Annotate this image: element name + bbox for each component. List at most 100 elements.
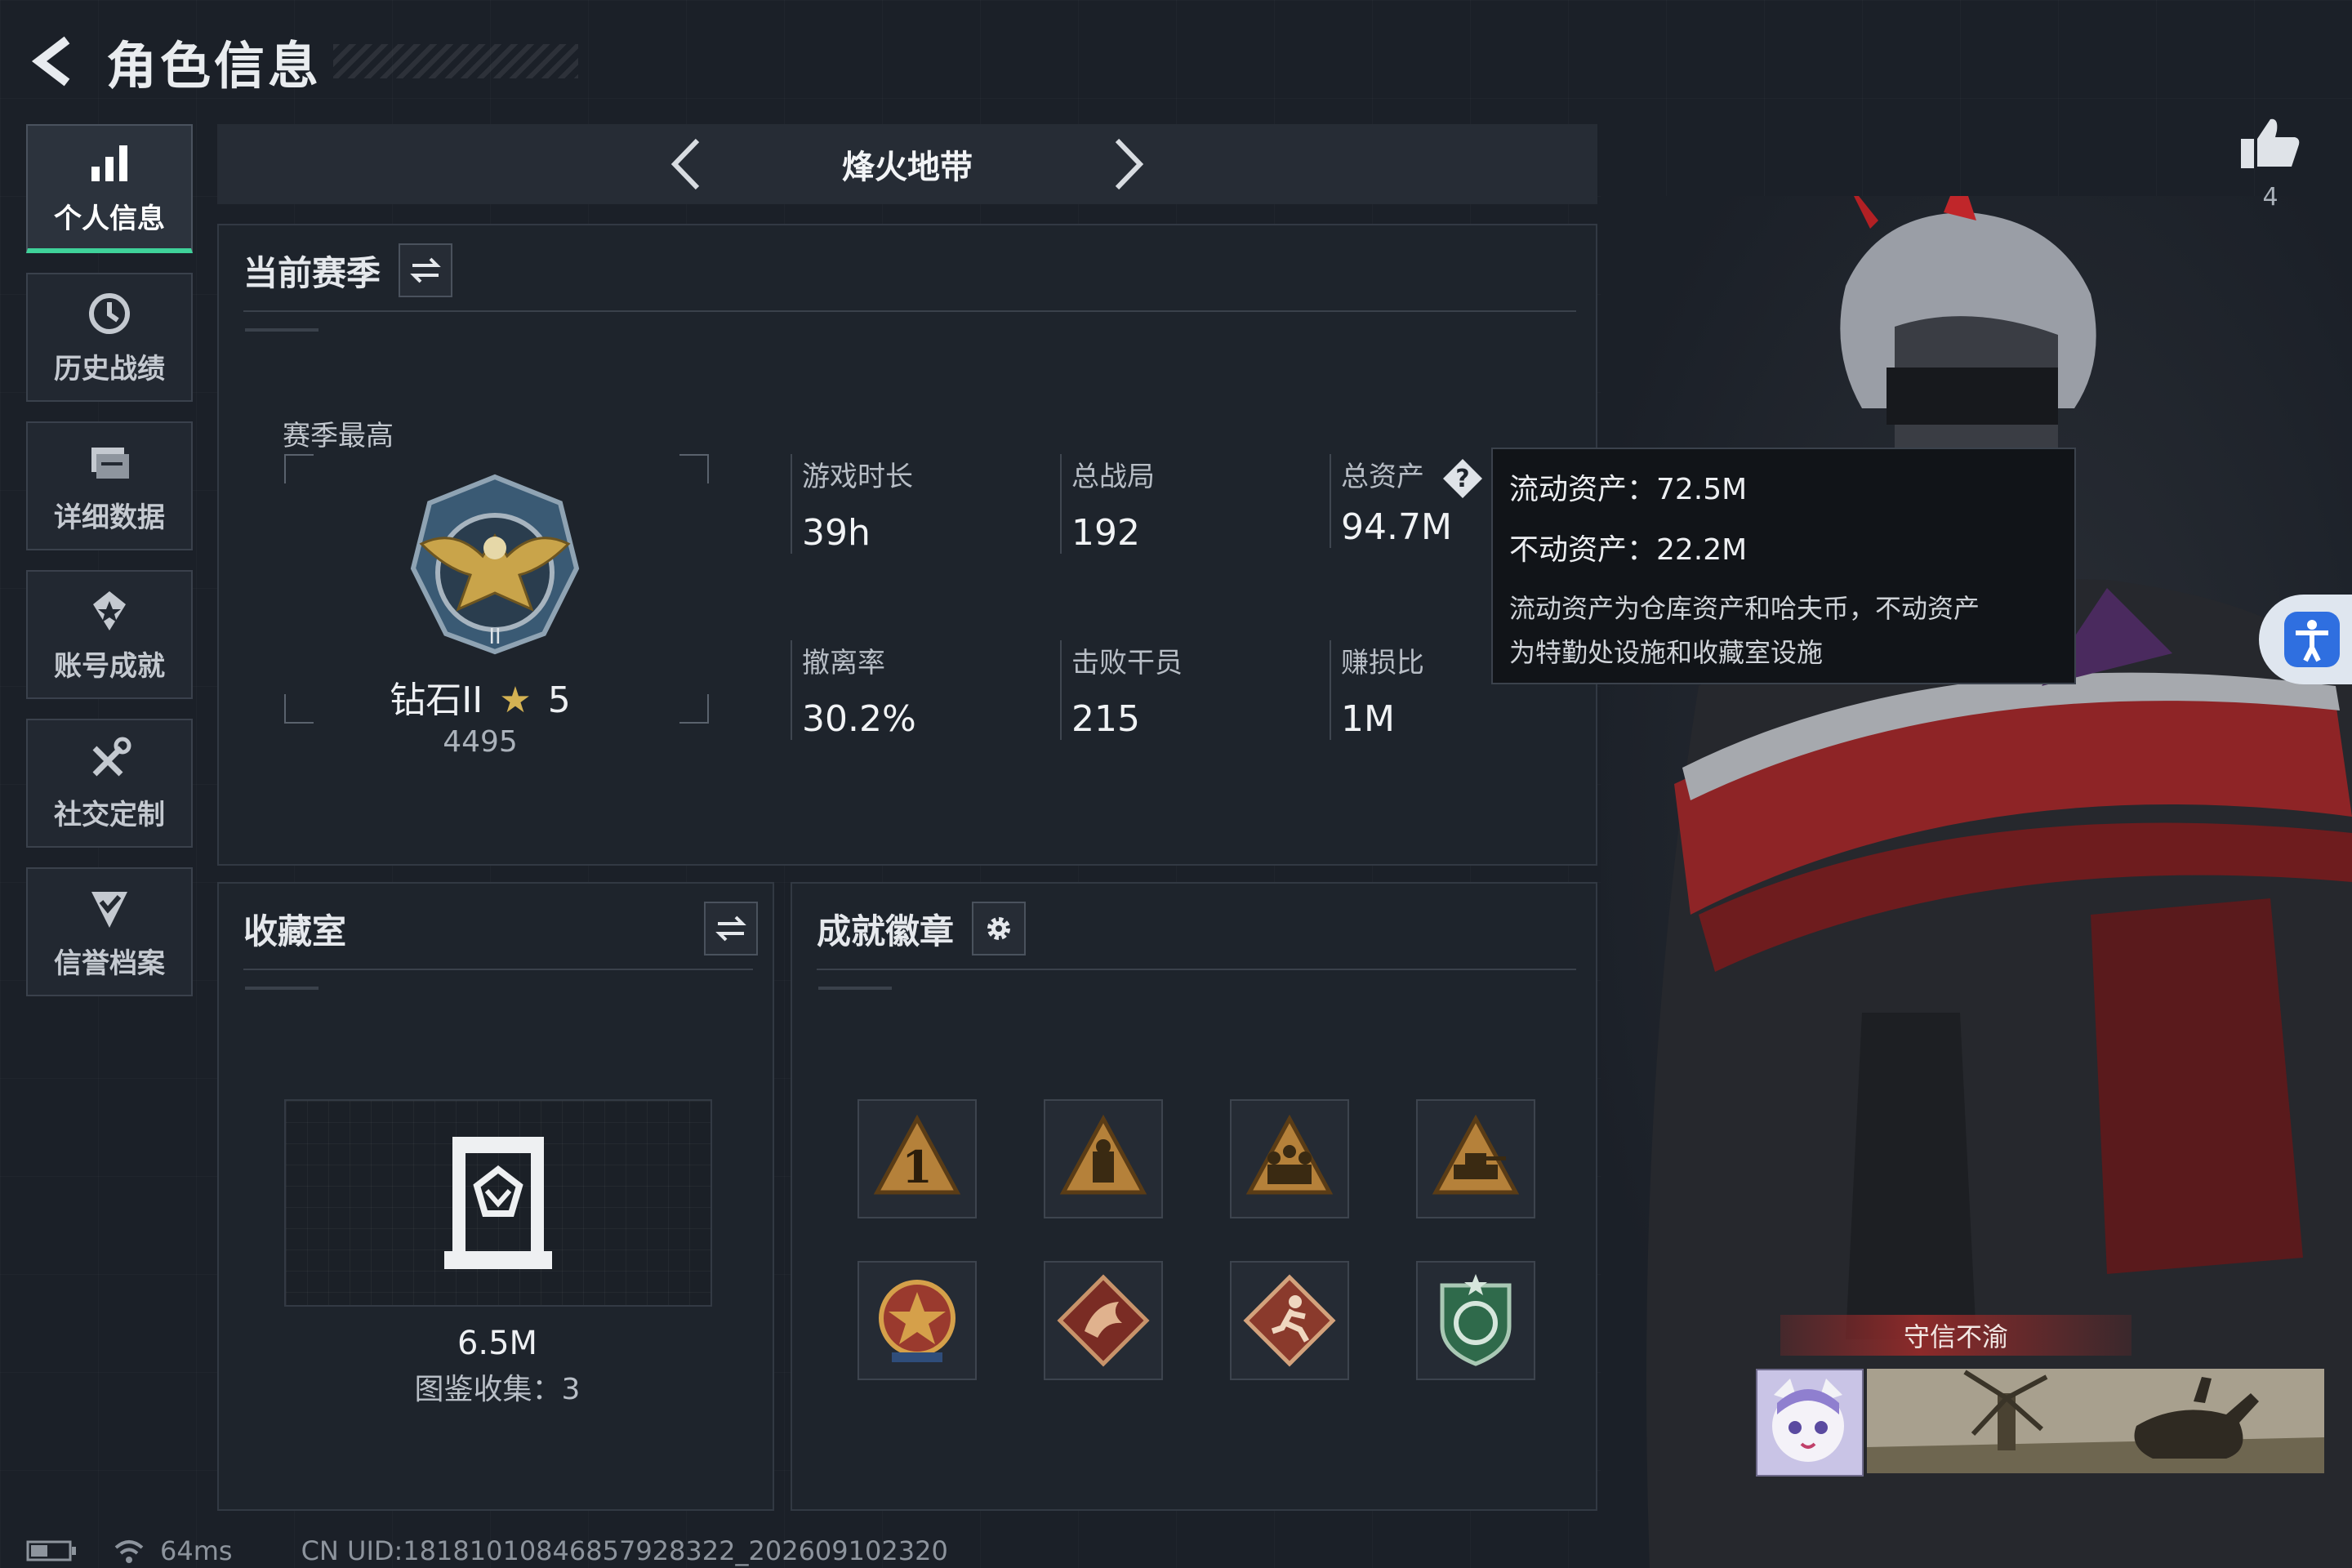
swap-arrows-icon (410, 257, 441, 283)
sidebar-item-credit-record[interactable]: 信誉档案 (26, 867, 193, 996)
stat-play-time: 游戏时长 39h (791, 454, 913, 554)
display-pedestal-icon (444, 1137, 552, 1269)
svg-text:1: 1 (902, 1141, 933, 1193)
sidebar-item-personal-info[interactable]: 个人信息 (26, 124, 193, 253)
rank-score: 4495 (443, 725, 518, 759)
divider-decoration (245, 987, 318, 990)
gear-icon (987, 917, 1011, 940)
stat-value: 1M (1341, 698, 1395, 740)
mode-prev-button[interactable] (654, 131, 719, 197)
stat-extraction-rate: 撤离率 30.2% (791, 640, 916, 740)
mode-selector: 烽火地带 (217, 124, 1597, 204)
question-help-icon[interactable]: ? (1441, 457, 1484, 500)
runner-diamond-badge-icon (1243, 1274, 1336, 1367)
tools-icon (92, 737, 131, 776)
star-medal-badge-icon (879, 1280, 956, 1362)
rank-star-icon: ★ (499, 679, 532, 721)
badge-slot[interactable] (1044, 1261, 1163, 1380)
badges-settings-button[interactable] (972, 902, 1027, 956)
title-decoration (333, 44, 579, 78)
badge-slot[interactable] (1230, 1099, 1349, 1218)
collection-display[interactable] (284, 1099, 712, 1307)
stat-value: 94.7M (1341, 506, 1452, 548)
stat-kills: 击败干员 215 (1060, 640, 1183, 740)
shield-check-icon (91, 891, 127, 928)
rank-stars: 5 (547, 679, 571, 721)
sidebar-item-achievements[interactable]: 账号成就 (26, 570, 193, 699)
sidebar: 个人信息 历史战绩 详细数据 账号成就 社交定制 信誉档案 (26, 124, 194, 1016)
soldier-triangle-badge-icon (1059, 1114, 1147, 1195)
folder-data-icon (91, 447, 129, 479)
back-button[interactable] (24, 29, 90, 94)
tooltip-fixed-assets: 不动资产：22.2M (1509, 533, 1748, 567)
status-bar: 64ms CN UID:18181010846857928322_2026091… (26, 1535, 948, 1566)
collection-panel: 收藏室 6.5M 图鉴收集：3 (217, 882, 774, 1511)
collection-switch-button[interactable] (704, 902, 758, 956)
mode-next-button[interactable] (1095, 131, 1160, 197)
tank-triangle-badge-icon (1432, 1114, 1520, 1195)
windmill-knight-banner-image (1867, 1369, 2324, 1473)
sidebar-item-social-custom[interactable]: 社交定制 (26, 719, 193, 848)
season-switch-button[interactable] (399, 243, 453, 297)
badge-slot[interactable] (858, 1261, 977, 1380)
badges-panel: 成就徽章 1 (791, 882, 1597, 1511)
season-title: 当前赛季 (243, 252, 381, 293)
svg-text:II: II (488, 625, 501, 649)
thumbs-up-icon[interactable] (2238, 114, 2303, 172)
history-clock-icon (89, 292, 130, 334)
like-count: 4 (2262, 183, 2278, 212)
badge-slot[interactable] (1230, 1261, 1349, 1380)
cat-avatar-icon (1772, 1379, 1844, 1462)
season-panel: 当前赛季 赛季最高 II 钻石II ★ 5 4495 游戏时长 39h 总战局 … (217, 224, 1597, 866)
tooltip-description-line: 流动资产为仓库资产和哈夫币，不动资产 (1509, 593, 1980, 624)
stat-value: 215 (1071, 698, 1140, 740)
character-showcase[interactable]: 守信不渝 (1601, 196, 2352, 1568)
accessibility-button[interactable] (2259, 595, 2352, 684)
chevron-right-icon (1115, 138, 1144, 190)
badge-slot[interactable]: 1 (858, 1099, 977, 1218)
sidebar-item-label: 账号成就 (54, 649, 165, 683)
assets-tooltip: 流动资产：72.5M 不动资产：22.2M 流动资产为仓库资产和哈夫币，不动资产… (1491, 448, 2076, 684)
sidebar-item-label: 信誉档案 (54, 947, 165, 980)
divider (243, 969, 753, 970)
sidebar-item-label: 个人信息 (54, 202, 165, 235)
swap-arrows-icon (715, 915, 746, 942)
sidebar-item-label: 社交定制 (54, 798, 165, 831)
sidebar-item-detailed-data[interactable]: 详细数据 (26, 421, 193, 550)
ping-value: 64ms (160, 1535, 233, 1566)
badges-title: 成就徽章 (817, 911, 955, 951)
badge-slot[interactable] (1044, 1099, 1163, 1218)
user-uid: CN UID:18181010846857928322_202609102320 (301, 1535, 948, 1566)
dragon-diamond-badge-icon (1057, 1274, 1150, 1367)
divider (243, 310, 1576, 312)
stat-label: 赚损比 (1341, 647, 1424, 679)
character-model-image (1601, 196, 2352, 1568)
page-title: 角色信息 (106, 36, 323, 96)
stat-total-assets: 总资产 ? 94.7M (1330, 454, 1484, 548)
rank-one-triangle-badge-icon: 1 (873, 1114, 961, 1195)
badge-slot[interactable] (1416, 1099, 1535, 1218)
collection-value: 6.5M (457, 1325, 538, 1362)
stat-value: 30.2% (802, 698, 916, 740)
stat-value: 39h (802, 512, 871, 554)
frame-corner (679, 454, 709, 483)
svg-text:?: ? (1455, 465, 1469, 493)
stat-label: 撤离率 (802, 647, 885, 679)
avatar[interactable] (1756, 1369, 1864, 1477)
stat-profit-ratio: 赚损比 1M (1330, 640, 1424, 740)
header: 角色信息 (24, 24, 579, 98)
battery-icon (26, 1540, 76, 1561)
rank-tier: 钻石II (390, 679, 483, 721)
accessibility-icon (2284, 612, 2340, 667)
stat-label: 游戏时长 (802, 461, 913, 493)
sidebar-item-history[interactable]: 历史战绩 (26, 273, 193, 402)
stat-value: 192 (1071, 512, 1140, 554)
rank-name: 钻石II ★ 5 (219, 670, 742, 723)
wifi-icon (114, 1540, 144, 1563)
back-arrow-icon (31, 36, 70, 87)
name-card-banner[interactable] (1867, 1369, 2324, 1473)
badge-slot[interactable] (1416, 1261, 1535, 1380)
divider-decoration (818, 987, 892, 990)
collection-title: 收藏室 (243, 911, 347, 951)
rank-eagle-emblem-icon: II (410, 474, 580, 655)
